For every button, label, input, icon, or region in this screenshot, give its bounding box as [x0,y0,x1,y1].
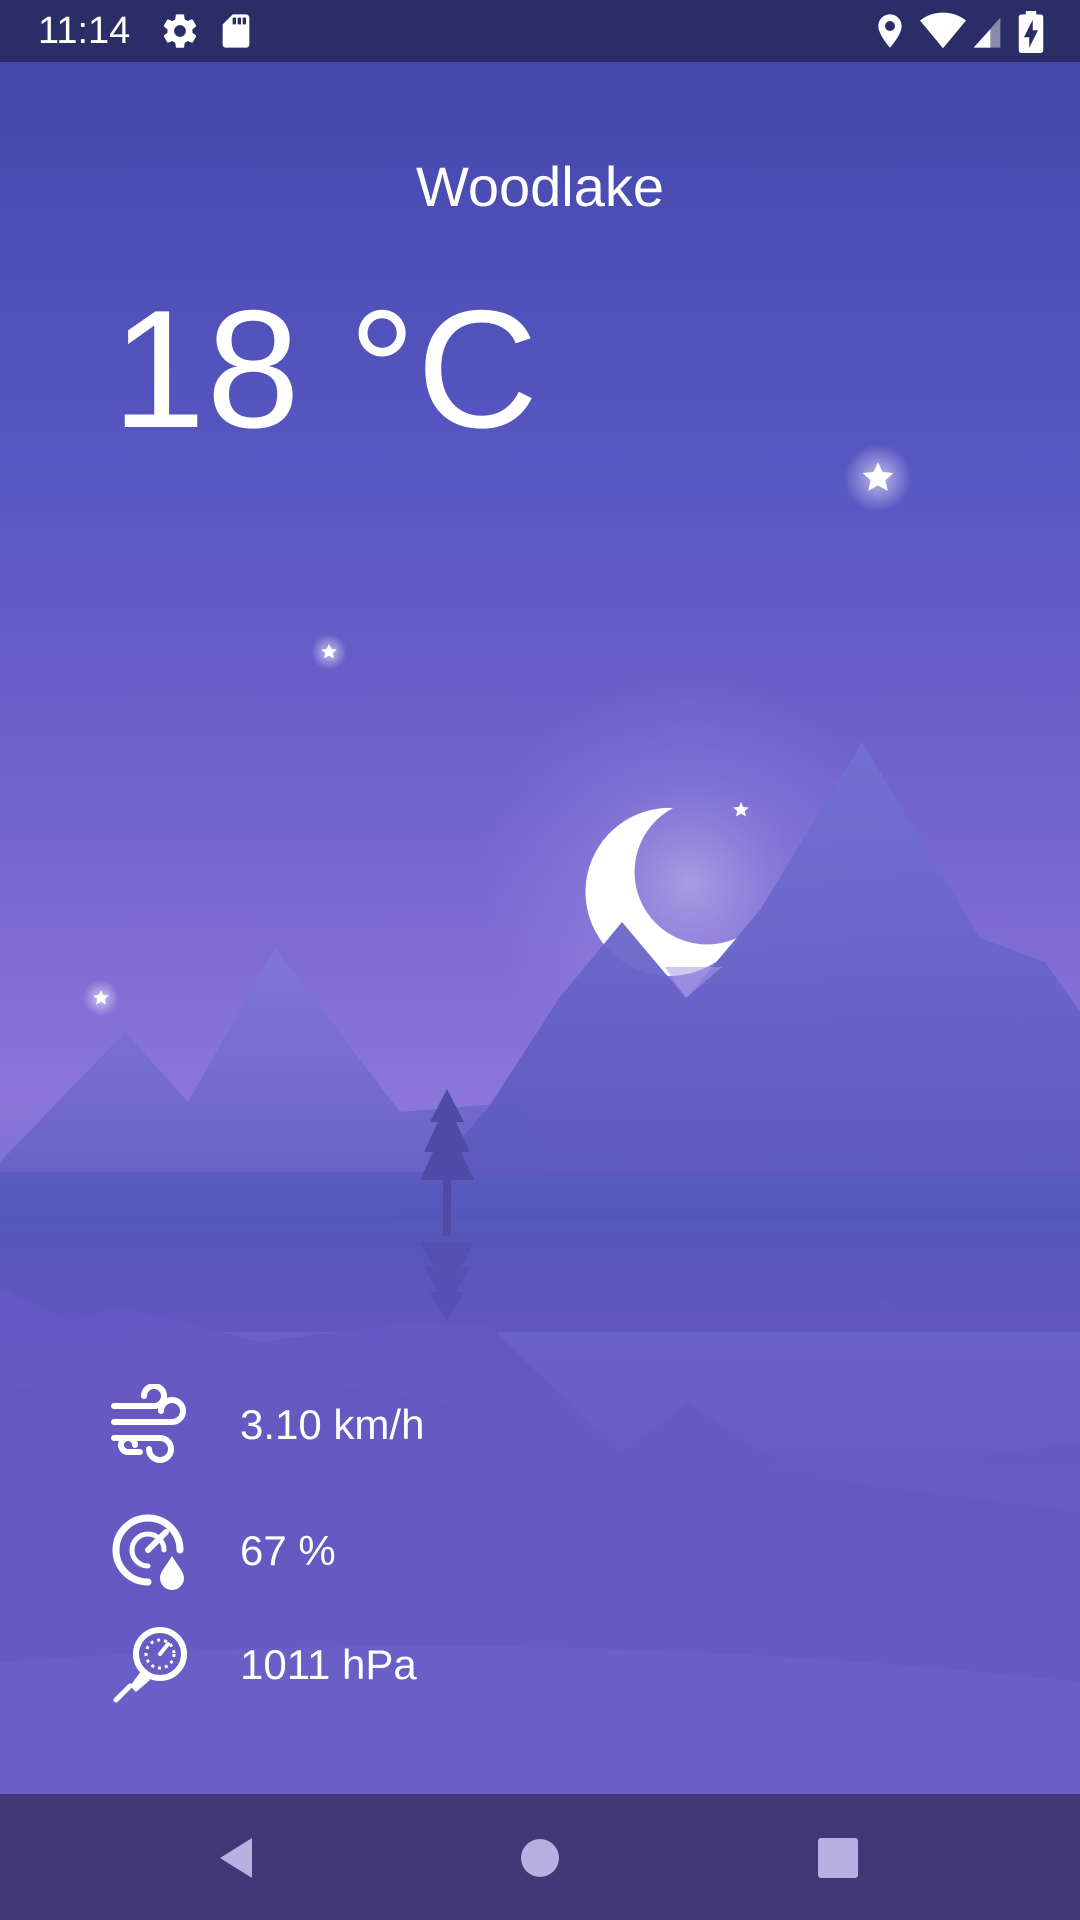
weather-background: Woodlake 18 °C 3.10 km/h 67 % 1011 hPa [0,62,1080,1794]
sd-card-icon [222,14,250,48]
navigation-bar [0,1794,1080,1920]
wind-speed: 3.10 km/h [240,1401,425,1448]
temperature-value: 18 °C [112,275,540,463]
back-icon[interactable] [212,1832,264,1884]
status-bar: 11:14 [0,0,1080,62]
humidity-value: 67 % [240,1527,336,1574]
settings-icon [163,14,197,48]
wifi-icon [920,12,966,49]
recents-icon[interactable] [812,1832,864,1884]
battery-charging-icon [1018,11,1044,53]
location-icon [878,14,902,48]
weather-screen: 11:14 Woodlake 18 °C 3.10 km/h 67 % 1011… [0,0,1080,1920]
wind-icon [111,1384,186,1463]
pressure-value: 1011 hPa [240,1641,417,1688]
pressure-icon [113,1627,187,1703]
status-time: 11:14 [38,10,131,52]
city-name: Woodlake [415,155,664,218]
home-icon[interactable] [514,1832,566,1884]
humidity-icon [112,1514,184,1590]
cell-signal-icon [973,17,1001,48]
